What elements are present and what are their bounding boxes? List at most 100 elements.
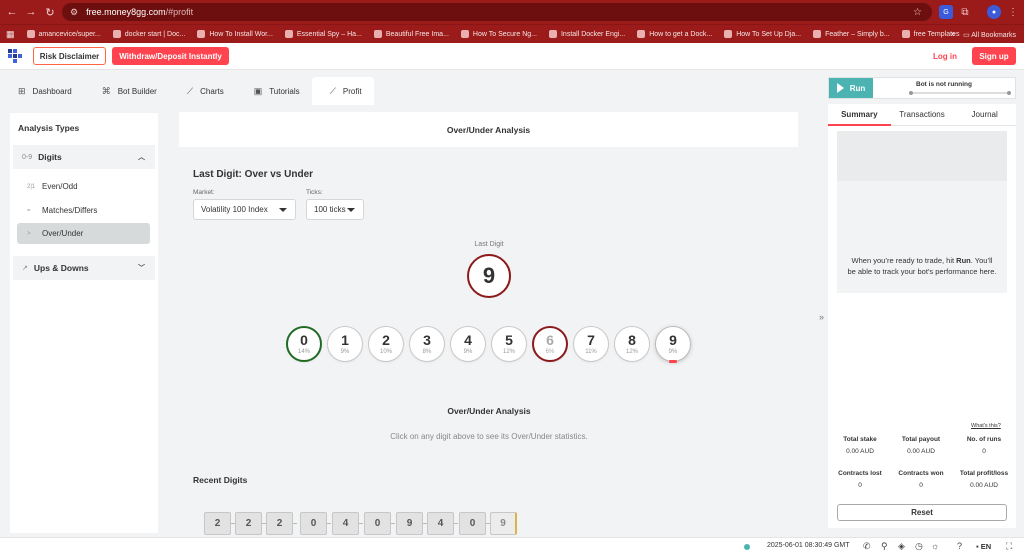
recent-digit: 9 — [490, 512, 517, 535]
tab-bot-builder[interactable]: ⌘ Bot Builder — [84, 77, 169, 105]
app-logo-icon[interactable] — [8, 49, 22, 63]
digit-button-2[interactable]: 2 10% — [368, 326, 404, 362]
recent-digit: 0 — [459, 512, 486, 535]
browser-toolbar: ← → ↻ ⚙ free.money8gg.com/#profit ☆ G ⧉ … — [0, 0, 1024, 24]
digit-button-0[interactable]: 0 14% — [286, 326, 322, 362]
whatsapp-icon[interactable]: ✆ — [863, 541, 871, 552]
panel-title: Analysis Types — [18, 123, 80, 133]
language-selector[interactable]: ▪ EN — [976, 542, 991, 551]
digit-button-4[interactable]: 4 9% — [450, 326, 486, 362]
stat-value: 0 — [982, 448, 986, 455]
extensions-puzzle-icon[interactable]: ⧉ — [958, 5, 972, 19]
digit-button-9[interactable]: 9 9% — [655, 326, 691, 363]
bookmark-item[interactable]: How to get a Dock... — [637, 30, 712, 38]
tab-charts[interactable]: ⟋ Charts — [169, 77, 236, 105]
recent-digit-divider — [454, 523, 458, 524]
bookmark-star-icon[interactable]: ☆ — [913, 7, 922, 18]
apps-grid-icon[interactable]: ▦ — [6, 29, 15, 40]
recent-digit: 0 — [300, 512, 327, 535]
forward-icon[interactable]: → — [22, 3, 40, 21]
timer-icon[interactable]: ◷ — [915, 541, 923, 552]
dashboard-icon: ⊞ — [18, 85, 26, 96]
whats-this-link[interactable]: What's this? — [971, 423, 1001, 429]
bookmark-item[interactable]: How To Set Up Dja... — [724, 30, 801, 38]
back-icon[interactable]: ← — [3, 3, 21, 21]
browser-menu-icon[interactable]: ⋮ — [1006, 5, 1020, 19]
bookmark-item[interactable]: Beautiful Free Ima... — [373, 30, 449, 38]
stat-label: Total payout — [901, 436, 941, 443]
bookmark-item[interactable]: How To Secure Ng... — [460, 30, 537, 38]
stat-value: 0.00 AUD — [907, 448, 935, 455]
collapse-panel-icon[interactable]: » — [819, 312, 824, 322]
login-button[interactable]: Log in — [926, 47, 964, 65]
ups-downs-accordion[interactable]: ↗ Ups & Downs ﹀ — [13, 256, 155, 280]
sidebar-item-even-odd[interactable]: 2|1 Even/Odd — [17, 176, 150, 197]
puzzle-icon: ⌘ — [101, 85, 111, 96]
app-header: Risk Disclaimer Withdraw/Deposit Instant… — [0, 43, 1024, 70]
site-settings-icon[interactable]: ⚙ — [70, 7, 78, 18]
all-bookmarks-link[interactable]: ▭ All Bookmarks — [963, 31, 1016, 39]
reload-icon[interactable]: ↻ — [41, 3, 59, 21]
bookmark-item[interactable]: docker start | Doc... — [112, 30, 185, 38]
tutorial-icon: ▣ — [253, 85, 263, 96]
chevron-up-icon: ︿ — [138, 154, 145, 161]
digit-button-5[interactable]: 5 12% — [491, 326, 527, 362]
digits-accordion[interactable]: 0-9 Digits ︿ — [13, 145, 155, 169]
bookmark-item[interactable]: Feather – Simply b... — [813, 30, 890, 38]
link-icon[interactable]: ⚲ — [881, 541, 888, 552]
profile-avatar-icon[interactable]: ● — [987, 5, 1001, 19]
address-bar[interactable]: ⚙ free.money8gg.com/#profit ☆ — [62, 3, 932, 21]
stat-value: 0 — [919, 482, 923, 489]
market-select[interactable]: Volatility 100 Index — [193, 199, 296, 220]
recent-digit: 0 — [364, 512, 391, 535]
tab-summary[interactable]: Summary — [828, 104, 891, 126]
digit-button-7[interactable]: 7 11% — [573, 326, 609, 362]
tab-dashboard[interactable]: ⊞ Dashboard — [0, 77, 84, 105]
run-button[interactable]: Run — [829, 78, 873, 98]
ticks-select[interactable]: 100 ticks — [306, 199, 364, 220]
bookmark-item[interactable]: amancevice/super... — [26, 30, 101, 38]
help-icon[interactable]: ? — [957, 541, 962, 551]
page-title: Over/Under Analysis — [179, 112, 798, 147]
tab-transactions[interactable]: Transactions — [891, 104, 954, 125]
caret-down-icon — [279, 208, 287, 212]
tab-tutorials[interactable]: ▣ Tutorials — [236, 77, 312, 105]
summary-message: When you’re ready to trade, hit Run. You… — [847, 256, 997, 276]
recent-digit: 9 — [396, 512, 423, 535]
ticks-label: Ticks: — [306, 189, 323, 196]
signup-button[interactable]: Sign up — [972, 47, 1016, 65]
stat-value: 0.00 AUD — [970, 482, 998, 489]
bookmarks-overflow-button[interactable]: » — [951, 31, 955, 38]
digit-button-3[interactable]: 3 8% — [409, 326, 445, 362]
tab-journal[interactable]: Journal — [953, 104, 1016, 125]
digit-button-8[interactable]: 8 12% — [614, 326, 650, 362]
withdraw-deposit-button[interactable]: Withdraw/Deposit Instantly — [112, 47, 229, 65]
recent-digit: 2 — [235, 512, 262, 535]
sidebar-item-matches-differs[interactable]: = Matches/Differs — [17, 200, 150, 221]
digit-button-6[interactable]: 6 6% — [532, 326, 568, 362]
bookmark-item[interactable]: Essential Spy – Ha... — [284, 30, 362, 38]
stat-label: Total stake — [843, 436, 877, 443]
fullscreen-icon[interactable]: ⛶ — [1006, 541, 1012, 552]
digit-button-1[interactable]: 1 9% — [327, 326, 363, 362]
reset-button[interactable]: Reset — [837, 504, 1007, 521]
brightness-icon[interactable]: ☼ — [931, 541, 939, 551]
sidebar-item-over-under[interactable]: > Over/Under — [17, 223, 150, 244]
shield-icon[interactable]: ◈ — [898, 541, 905, 552]
extension-icon[interactable]: G — [939, 5, 953, 19]
tab-profit[interactable]: ⟋ Profit — [311, 77, 374, 105]
recent-digit: 4 — [427, 512, 454, 535]
run-panel-tabs: Summary Transactions Journal — [828, 104, 1016, 126]
connection-status-icon — [744, 544, 750, 550]
recent-digit-divider — [391, 523, 395, 524]
bookmark-item[interactable]: How To Install Wor... — [197, 30, 273, 38]
bookmark-item[interactable]: Install Docker Engi... — [548, 30, 625, 38]
recent-digit-divider — [293, 523, 297, 524]
recent-digit-divider — [327, 523, 331, 524]
folder-icon: ▭ — [963, 31, 970, 39]
risk-disclaimer-button[interactable]: Risk Disclaimer — [33, 47, 106, 65]
caret-down-icon — [347, 208, 355, 212]
url-host: free.money8gg.com — [86, 7, 166, 17]
stat-value: 0 — [858, 482, 862, 489]
run-panel: Summary Transactions Journal When you’re… — [828, 104, 1016, 528]
